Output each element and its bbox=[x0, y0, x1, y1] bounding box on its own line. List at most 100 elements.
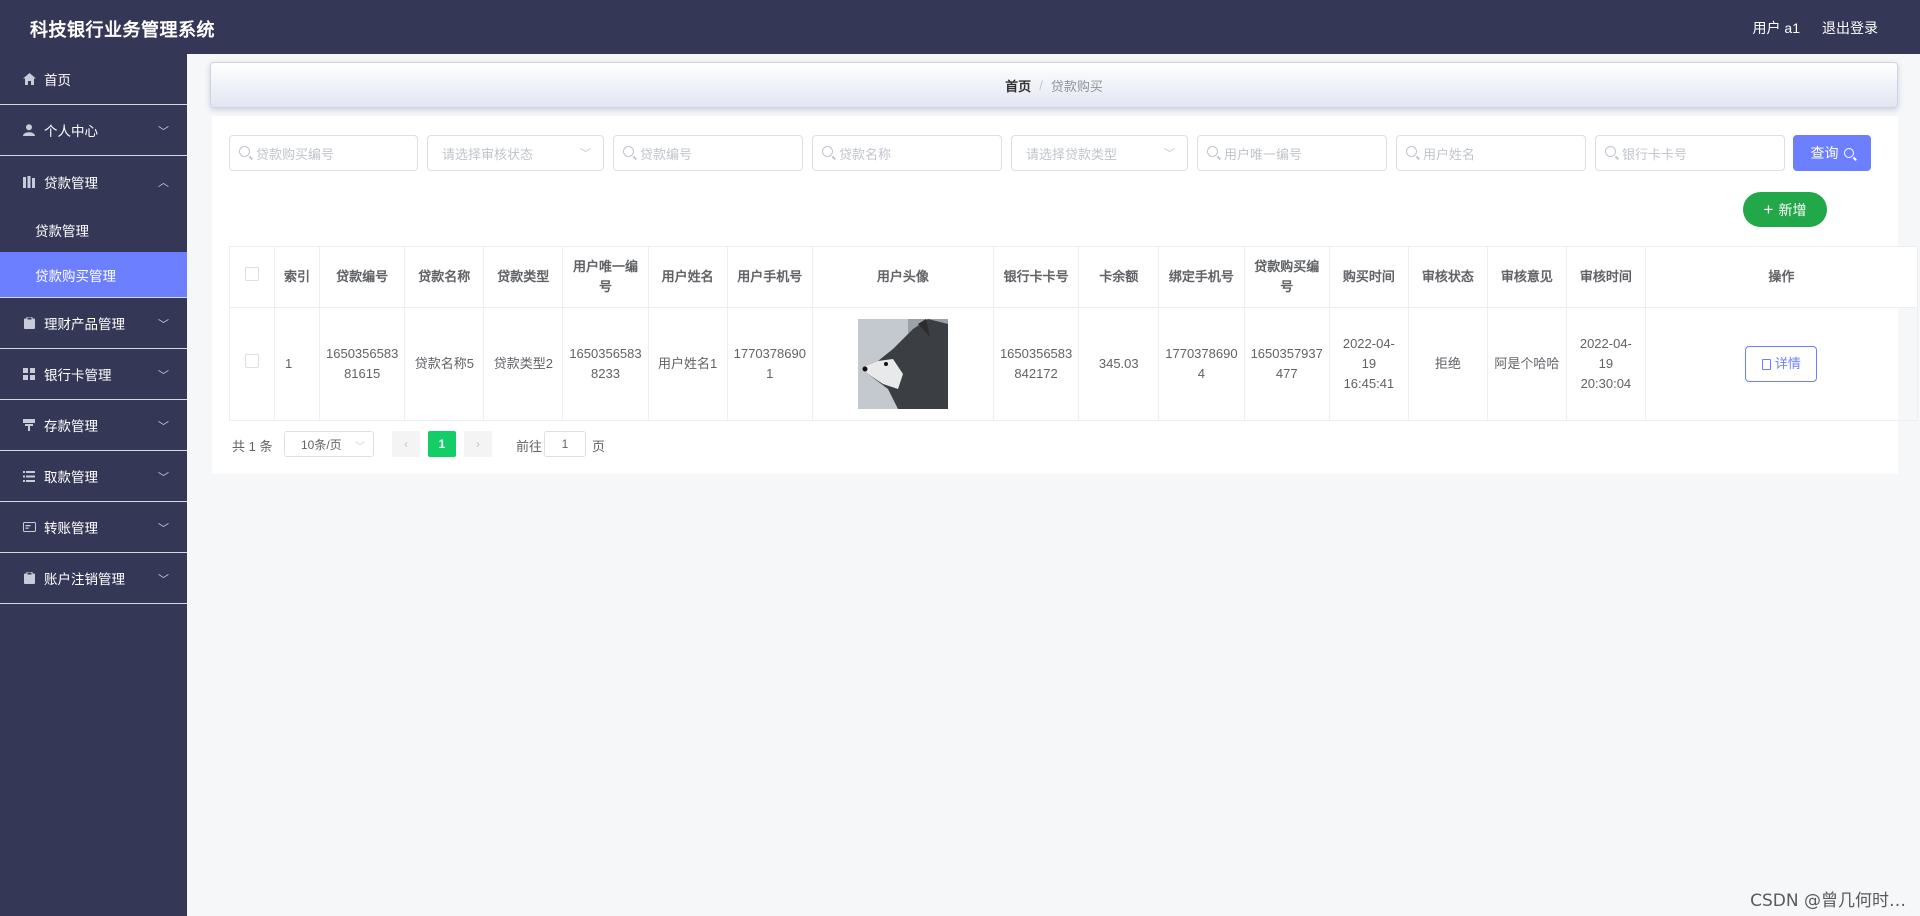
chevron-down-icon: ﹀ bbox=[158, 574, 169, 586]
cell-audit-time: 2022-04-19 20:30:04 bbox=[1565, 307, 1646, 421]
chevron-left-icon: ‹ bbox=[404, 437, 408, 451]
goto-label: 前往 bbox=[516, 439, 543, 454]
chevron-down-icon: ﹀ bbox=[1164, 148, 1175, 160]
column-header: 用户手机号 bbox=[726, 246, 813, 308]
next-page-button[interactable]: › bbox=[464, 431, 492, 457]
input-placeholder: 贷款编号 bbox=[640, 146, 693, 162]
submenu-item-loan-management[interactable]: 贷款管理 bbox=[0, 207, 187, 252]
top-header: 科技银行业务管理系统 用户 a1 退出登录 bbox=[0, 0, 1920, 54]
sidebar-item-label: 取款管理 bbox=[44, 470, 98, 485]
bank-card-no-input[interactable]: 银行卡卡号 bbox=[1595, 135, 1785, 171]
prev-page-button[interactable]: ‹ bbox=[392, 431, 420, 457]
grid-icon bbox=[22, 367, 36, 381]
input-placeholder: 用户姓名 bbox=[1423, 146, 1476, 162]
breadcrumb: 首页 / 贷款购买 bbox=[210, 62, 1898, 108]
cell-user-no: 1650356583 8233 bbox=[562, 307, 649, 421]
column-header: 银行卡卡号 bbox=[992, 246, 1080, 308]
column-header: 贷款编号 bbox=[318, 246, 406, 308]
sidebar-item-home[interactable]: 首页 bbox=[0, 54, 187, 105]
list-icon bbox=[22, 469, 36, 483]
sidebar-item-label: 个人中心 bbox=[44, 124, 98, 139]
sidebar-item-label: 存款管理 bbox=[44, 419, 98, 434]
sidebar-item-bank-cards[interactable]: 银行卡管理 ﹀ bbox=[0, 349, 187, 400]
user-name-input[interactable]: 用户姓名 bbox=[1396, 135, 1586, 171]
submenu-item-loan-purchase-management[interactable]: 贷款购买管理 bbox=[0, 252, 187, 297]
detail-button-label: 详情 bbox=[1774, 356, 1801, 371]
sidebar-item-account-cancellation[interactable]: 账户注销管理 ﹀ bbox=[0, 553, 187, 604]
sidebar-item-label: 首页 bbox=[44, 73, 71, 88]
user-unique-no-input[interactable]: 用户唯一编号 bbox=[1197, 135, 1387, 171]
detail-button[interactable]: 详情 bbox=[1745, 346, 1818, 382]
plus-icon: + bbox=[1763, 199, 1774, 219]
page-number-current[interactable]: 1 bbox=[428, 431, 456, 457]
select-placeholder: 请选择贷款类型 bbox=[1026, 146, 1118, 162]
input-placeholder: 银行卡卡号 bbox=[1622, 146, 1688, 162]
add-button[interactable]: + 新增 bbox=[1743, 192, 1827, 227]
loan-name-input[interactable]: 贷款名称 bbox=[812, 135, 1002, 171]
row-select-cell bbox=[229, 307, 275, 421]
submenu-item-label: 贷款管理 bbox=[35, 223, 89, 239]
user-icon bbox=[22, 123, 36, 137]
row-checkbox[interactable] bbox=[245, 354, 259, 368]
select-all-checkbox[interactable] bbox=[245, 267, 259, 281]
clipboard-icon bbox=[22, 571, 36, 585]
chevron-down-icon: ﹀ bbox=[158, 370, 169, 382]
breadcrumb-current: 贷款购买 bbox=[1050, 78, 1103, 94]
column-header: 用户唯一编号 bbox=[562, 246, 649, 308]
input-placeholder: 用户唯一编号 bbox=[1224, 146, 1303, 162]
column-header: 用户头像 bbox=[811, 246, 994, 308]
sidebar-item-label: 贷款管理 bbox=[44, 175, 98, 191]
search-icon bbox=[1843, 148, 1854, 158]
user-label: 用户 a1 bbox=[1752, 20, 1800, 36]
data-table: 索引 贷款编号 贷款名称 贷款类型 用户唯一编号 用户姓名 用户手机号 用户头像… bbox=[229, 246, 1918, 421]
search-icon bbox=[239, 146, 250, 157]
cell-index: 1 bbox=[274, 307, 320, 421]
chevron-right-icon: › bbox=[476, 437, 480, 451]
goto-page-input[interactable] bbox=[544, 431, 586, 457]
breadcrumb-separator: / bbox=[1039, 77, 1043, 93]
loan-purchase-no-input[interactable]: 贷款购买编号 bbox=[229, 135, 418, 171]
logout-button[interactable]: 退出登录 bbox=[1822, 18, 1878, 38]
table-row: 1 1650356583 81615 贷款名称5 贷款类型2 165035658… bbox=[229, 307, 1918, 421]
breadcrumb-home[interactable]: 首页 bbox=[1005, 76, 1031, 95]
loan-type-select[interactable]: 请选择贷款类型 ﹀ bbox=[1011, 135, 1188, 171]
cell-actions: 详情 bbox=[1644, 307, 1918, 421]
chevron-up-icon: ︿ bbox=[158, 177, 169, 189]
sidebar-item-loan-management[interactable]: 贷款管理 ︿ bbox=[0, 156, 187, 207]
search-icon bbox=[1406, 146, 1417, 157]
sidebar: 首页 个人中心 ﹀ 贷款管理 ︿ 贷款管理 贷款购买管理 理财产品管理 ﹀ 银行… bbox=[0, 54, 187, 916]
cell-balance: 345.03 bbox=[1078, 307, 1160, 421]
column-header: 购买时间 bbox=[1328, 246, 1409, 308]
loan-no-input[interactable]: 贷款编号 bbox=[613, 135, 803, 171]
sidebar-item-transfers[interactable]: 转账管理 ﹀ bbox=[0, 502, 187, 553]
chevron-down-icon: ﹀ bbox=[158, 421, 169, 433]
page-suffix-label: 页 bbox=[592, 439, 606, 454]
sidebar-item-withdrawals[interactable]: 取款管理 ﹀ bbox=[0, 451, 187, 502]
cell-audit-status: 拒绝 bbox=[1407, 307, 1488, 421]
document-icon bbox=[1761, 358, 1771, 370]
sidebar-item-label: 转账管理 bbox=[44, 521, 98, 536]
chevron-down-icon: ﹀ bbox=[158, 472, 169, 484]
select-all-header bbox=[229, 246, 275, 308]
chevron-down-icon: ﹀ bbox=[355, 442, 365, 453]
pagination-total: 共 1 条 bbox=[232, 439, 273, 454]
cell-audit-opinion: 阿是个哈哈 bbox=[1486, 307, 1567, 421]
column-header: 贷款购买编号 bbox=[1243, 246, 1330, 308]
app-title: 科技银行业务管理系统 bbox=[30, 20, 215, 40]
cell-purchase-time: 2022-04-19 16:45:41 bbox=[1328, 307, 1409, 421]
transfer-icon bbox=[22, 520, 36, 534]
sidebar-item-deposits[interactable]: 存款管理 ﹀ bbox=[0, 400, 187, 451]
page-size-value: 10条/页 bbox=[301, 437, 342, 452]
search-icon bbox=[623, 146, 634, 157]
sidebar-item-personal-center[interactable]: 个人中心 ﹀ bbox=[0, 105, 187, 156]
cell-bound-phone: 1770378690 4 bbox=[1158, 307, 1245, 421]
page-size-select[interactable]: 10条/页 ﹀ bbox=[284, 431, 374, 457]
loan-icon bbox=[22, 175, 36, 189]
sidebar-item-label: 理财产品管理 bbox=[44, 317, 125, 332]
column-header: 贷款名称 bbox=[404, 246, 485, 308]
deposit-icon bbox=[22, 418, 36, 432]
audit-status-select[interactable]: 请选择审核状态 ﹀ bbox=[427, 135, 604, 171]
query-button[interactable]: 查询 bbox=[1793, 135, 1871, 171]
chevron-down-icon: ﹀ bbox=[158, 523, 169, 535]
sidebar-item-wealth-products[interactable]: 理财产品管理 ﹀ bbox=[0, 298, 187, 349]
